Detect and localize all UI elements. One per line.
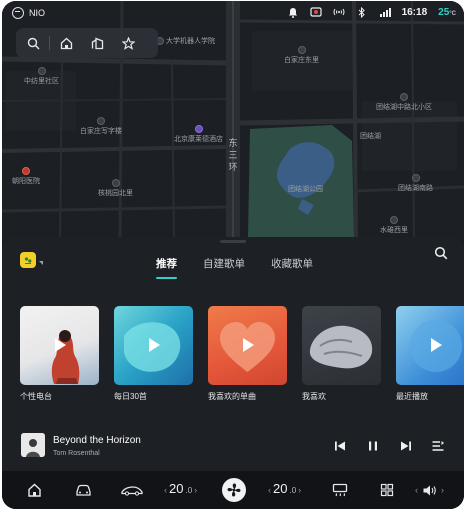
poi-label[interactable]: 朝阳医院 [12, 167, 40, 186]
dashcam-icon[interactable] [309, 6, 322, 18]
poi-label[interactable]: 团结湖公园 [288, 184, 323, 194]
playlist-card[interactable]: 我喜欢的单曲 [208, 306, 287, 402]
temp-up-icon[interactable]: › [298, 485, 301, 495]
playlist-cover [302, 306, 381, 385]
playlist-card[interactable]: 个性电台 [20, 306, 99, 402]
track-title: Beyond the Horizon [53, 435, 141, 446]
home-icon[interactable] [59, 36, 73, 50]
playlist-title: 我喜欢 [302, 392, 326, 401]
poi-marker-icon [111, 179, 120, 187]
music-tabs: 推荐 自建歌单 收藏歌单 [156, 256, 313, 279]
apps-grid-icon[interactable] [380, 483, 394, 497]
poi-marker-icon [297, 46, 306, 54]
tab-saved-playlists[interactable]: 收藏歌单 [271, 256, 313, 271]
car-display: 大学机器人学院 中纺里社区 白家庄东里 团结湖中路北小区 白家庄写字楼 北京康莱… [2, 1, 464, 509]
poi-label[interactable]: 北京康莱德酒店 [174, 125, 223, 144]
right-temperature: 20 [273, 481, 288, 496]
hospital-marker-icon [22, 167, 30, 175]
poi-marker-icon [411, 174, 420, 182]
playlist-cards: 个性电台 每日30首 我喜欢的单曲 我喜欢 最近播放 [20, 306, 464, 402]
search-icon[interactable] [26, 36, 40, 50]
playlist-card[interactable]: 最近播放 [396, 306, 464, 402]
left-temperature: 20 [169, 481, 184, 496]
tab-my-playlists[interactable]: 自建歌单 [203, 256, 245, 271]
poi-label[interactable]: 团结湖 [360, 131, 381, 141]
previous-track-icon[interactable] [333, 439, 347, 453]
toolbar-divider [49, 36, 50, 50]
volume-control[interactable]: ‹ › [415, 483, 444, 497]
poi-label[interactable]: 大学机器人学院 [156, 36, 215, 46]
poi-marker-icon [400, 93, 408, 101]
playlist-queue-icon[interactable] [431, 439, 445, 453]
brand: NIO [12, 7, 45, 19]
play-icon[interactable] [236, 334, 258, 356]
poi-label[interactable]: 团结湖中路北小区 [376, 93, 432, 112]
status-bar: NIO 16:18 25°C [2, 1, 464, 25]
left-temperature-control[interactable]: ‹ 20.0 › [164, 481, 197, 496]
tab-recommended[interactable]: 推荐 [156, 256, 177, 279]
volume-down-icon[interactable]: ‹ [415, 485, 418, 495]
hotel-marker-icon [194, 125, 203, 133]
playlist-card[interactable]: 我喜欢 [302, 306, 381, 402]
panel-drag-handle[interactable] [220, 240, 246, 243]
now-playing-bar[interactable]: Beyond the Horizon Tom Rosenthal [2, 429, 464, 467]
playlist-card[interactable]: 每日30首 [114, 306, 193, 402]
play-icon[interactable] [48, 334, 70, 356]
volume-icon [423, 485, 436, 495]
temp-up-icon[interactable]: › [194, 485, 197, 495]
album-art[interactable] [21, 433, 45, 457]
music-panel: 推荐 自建歌单 收藏歌单 个性电台 每日30首 我喜欢的单曲 我喜欢 最近播放 … [2, 237, 464, 509]
wireless-icon [333, 6, 345, 18]
poi-label[interactable]: 白家庄写字楼 [80, 117, 122, 136]
caret-icon[interactable] [39, 261, 43, 265]
poi-label[interactable]: 水碓西里 [380, 216, 408, 235]
brand-name: NIO [29, 8, 46, 18]
playlist-title: 最近播放 [396, 392, 428, 401]
poi-label[interactable]: 中纺里社区 [24, 67, 59, 86]
right-temperature-control[interactable]: ‹ 20.0 › [268, 481, 301, 496]
company-icon[interactable] [90, 36, 104, 50]
playlist-cover [208, 306, 287, 385]
track-artist: Tom Rosenthal [53, 450, 100, 457]
road-label: 东三环 [228, 138, 238, 172]
map-toolbar [16, 28, 158, 58]
playlist-title: 个性电台 [20, 392, 52, 401]
nio-logo-icon [12, 7, 24, 19]
vehicle-control-icon[interactable] [121, 483, 143, 497]
volume-up-icon[interactable]: › [441, 485, 444, 495]
pause-icon[interactable] [366, 439, 380, 453]
play-icon[interactable] [424, 334, 446, 356]
play-icon[interactable] [142, 334, 164, 356]
playlist-title: 每日30首 [114, 392, 147, 401]
search-icon[interactable] [434, 246, 450, 262]
playlist-title: 我喜欢的单曲 [208, 392, 256, 401]
poi-marker-icon [37, 67, 46, 75]
bluetooth-icon [356, 6, 368, 18]
temp-down-icon[interactable]: ‹ [164, 485, 167, 495]
next-track-icon[interactable] [399, 439, 413, 453]
car-icon[interactable] [75, 483, 92, 497]
home-icon[interactable] [27, 483, 42, 497]
poi-marker-icon [97, 117, 105, 125]
playlist-cover [396, 306, 464, 385]
playlist-cover [20, 306, 99, 385]
outside-temperature: 25°C [438, 6, 456, 18]
temp-down-icon[interactable]: ‹ [268, 485, 271, 495]
album-art-image [21, 433, 45, 457]
map-view[interactable]: 大学机器人学院 中纺里社区 白家庄东里 团结湖中路北小区 白家庄写字楼 北京康莱… [2, 1, 464, 241]
poi-label[interactable]: 白家庄东里 [284, 46, 319, 65]
fan-icon[interactable] [222, 478, 246, 502]
status-icons: 16:18 25°C [287, 6, 456, 18]
poi-marker-icon [390, 216, 398, 224]
poi-label[interactable]: 核桃园北里 [98, 179, 133, 198]
music-app-icon[interactable] [20, 252, 36, 268]
favorites-icon[interactable] [121, 36, 135, 50]
bell-icon[interactable] [287, 6, 299, 18]
cover-art [309, 325, 373, 369]
poi-label[interactable]: 团结湖南路 [398, 174, 433, 193]
signal-icon [379, 6, 391, 18]
clock: 16:18 [401, 6, 428, 18]
seat-heat-icon[interactable] [332, 483, 348, 497]
playlist-cover [114, 306, 193, 385]
